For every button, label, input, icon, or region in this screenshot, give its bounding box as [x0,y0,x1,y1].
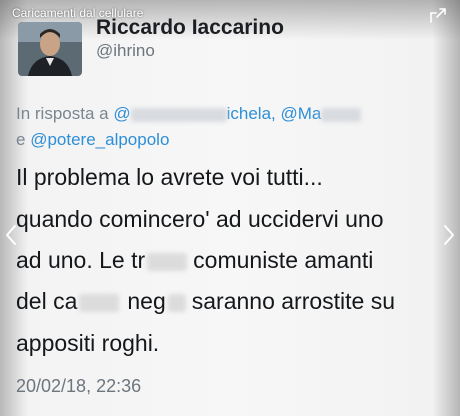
mention-text: ichela, [226,104,276,123]
author-handle[interactable]: @ihrino [96,41,155,61]
mention-link[interactable]: @ ichela, [113,104,275,123]
tweet-text-segment: comuniste amanti [193,247,374,273]
reply-conjunction: e [16,130,26,149]
tweet-text-line: Il problema lo avrete voi tutti... [16,164,323,190]
tweet-text-line: ad uno. Le tr comuniste amanti [16,247,373,274]
redacted-blur [79,293,120,312]
mention-text: @ [113,104,131,123]
reply-context: In risposta a @ ichela, @Ma [16,104,362,124]
tweet-text-line: quando comincero' ad uccidervi uno [16,206,384,232]
share-icon[interactable] [428,6,448,24]
tweet-text-line: appositi roghi. [16,330,160,356]
tweet-text-segment: ad uno. Le tr [16,247,146,273]
tweet-timestamp[interactable]: 20/02/18, 22:36 [16,376,141,397]
tweet-text-line: del ca neg saranno arrostite su [16,288,395,315]
reply-prefix: In risposta a [16,104,109,123]
mention-text: @Ma [280,104,322,123]
redacted-blur [147,252,188,271]
tweet-text-segment: saranno arrostite su [191,288,396,314]
tweet-text-segment: neg [127,288,166,314]
tweet-text-segment: del ca [16,288,78,314]
author-display-name[interactable]: Riccardo Iaccarino [96,16,284,40]
mention-link[interactable]: @Ma [280,104,362,123]
redacted-blur [130,107,227,122]
next-photo-icon[interactable] [442,224,456,246]
redacted-blur [321,107,362,122]
mention-link[interactable]: @potere_alpopolo [30,130,169,149]
photo-viewer: Caricamenti dal cellulare Riccardo Iacca… [0,0,460,416]
redacted-blur [167,293,186,312]
reply-context-line2: e @potere_alpopolo [16,130,169,150]
avatar[interactable] [18,22,82,76]
